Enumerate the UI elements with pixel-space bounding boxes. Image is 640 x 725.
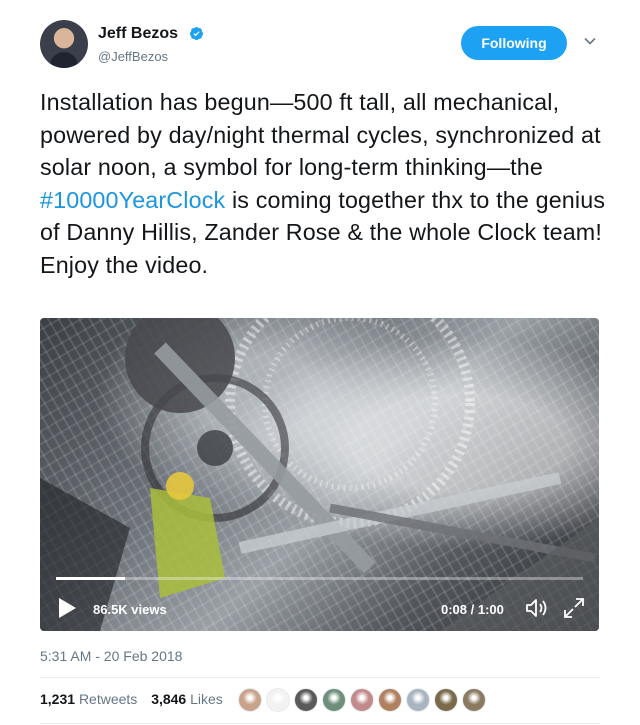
liker-avatar[interactable] — [238, 688, 262, 712]
tweet-text: Installation has begun—500 ft tall, all … — [40, 86, 610, 281]
video-progress-fill — [56, 577, 125, 580]
liker-avatar[interactable] — [434, 688, 458, 712]
fullscreen-icon[interactable] — [563, 597, 585, 619]
liker-avatar[interactable] — [294, 688, 318, 712]
video-progress-bar[interactable] — [56, 577, 583, 580]
video-frame — [40, 318, 599, 631]
following-button[interactable]: Following — [461, 26, 567, 60]
retweets-label: Retweets — [78, 691, 138, 707]
likes-label: Likes — [190, 691, 223, 707]
liker-avatar[interactable] — [462, 688, 486, 712]
likes-count: 3,846 — [151, 691, 187, 707]
volume-icon[interactable] — [525, 597, 549, 619]
view-count: 86.5K views — [93, 602, 167, 617]
tweet-header: Jeff Bezos @JeffBezos Following — [40, 18, 600, 74]
liker-avatar[interactable] — [378, 688, 402, 712]
liker-avatar[interactable] — [266, 688, 290, 712]
hashtag-link[interactable]: #10000YearClock — [40, 187, 225, 213]
likes-stat[interactable]: 3,846 Likes — [151, 691, 223, 707]
author-handle[interactable]: @JeffBezos — [98, 49, 168, 64]
tweet-timestamp[interactable]: 5:31 AM - 20 Feb 2018 — [40, 648, 182, 664]
verified-badge-icon — [189, 26, 204, 41]
play-icon[interactable] — [57, 597, 77, 619]
divider — [40, 723, 600, 724]
retweets-count: 1,231 — [40, 691, 76, 707]
liker-avatar[interactable] — [350, 688, 374, 712]
retweets-stat[interactable]: 1,231 Retweets — [40, 691, 137, 707]
tweet-stats: 1,231 Retweets 3,846 Likes — [40, 691, 233, 707]
chevron-down-icon[interactable] — [583, 34, 597, 48]
divider — [40, 677, 600, 678]
author-avatar[interactable] — [40, 20, 88, 68]
video-player[interactable]: 86.5K views 0:08 / 1:00 — [40, 318, 599, 631]
video-time: 0:08 / 1:00 — [441, 602, 504, 617]
tweet-text-part: Installation has begun—500 ft tall, all … — [40, 89, 601, 180]
liker-avatar[interactable] — [406, 688, 430, 712]
liker-avatar[interactable] — [322, 688, 346, 712]
author-name[interactable]: Jeff Bezos — [98, 25, 178, 43]
liker-avatars — [238, 688, 490, 712]
